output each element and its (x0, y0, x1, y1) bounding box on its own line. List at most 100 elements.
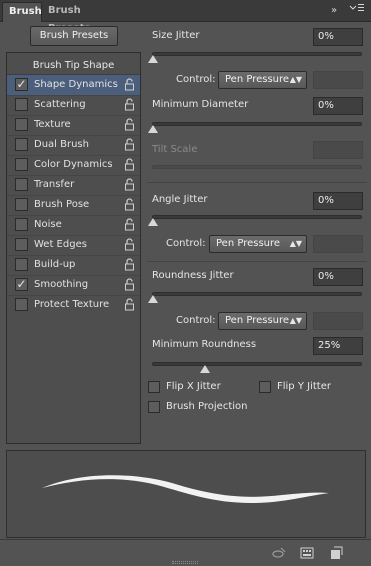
tab-bar: Brush Brush Presets » (0, 0, 371, 34)
option-build-up[interactable]: Build-up (7, 255, 140, 275)
option-label: Noise (34, 219, 62, 230)
option-brush-pose[interactable]: Brush Pose (7, 195, 140, 215)
control-value-field (313, 312, 363, 330)
lock-icon[interactable] (124, 118, 135, 131)
option-label: Wet Edges (34, 239, 87, 250)
lock-icon[interactable] (124, 298, 135, 311)
control-label: Control: (166, 238, 206, 249)
minimum-roundness-slider[interactable] (152, 362, 362, 366)
color-dynamics-checkbox[interactable] (15, 158, 28, 171)
control-label: Control: (176, 74, 216, 85)
smoothing-checkbox[interactable]: ✓ (15, 278, 28, 291)
option-label: Brush Pose (34, 199, 90, 210)
control-select[interactable]: Pen Pressure ▲▼ (218, 312, 307, 330)
option-dual-brush[interactable]: Dual Brush (7, 135, 140, 155)
roundness-jitter-slider-thumb[interactable] (148, 295, 158, 303)
control-select-value: Pen Pressure (225, 74, 290, 85)
minimum-diameter-slider[interactable] (152, 122, 362, 126)
control-select[interactable]: Pen Pressure ▲▼ (218, 71, 307, 89)
flip-x-jitter-checkbox[interactable] (148, 381, 160, 393)
noise-checkbox[interactable] (15, 218, 28, 231)
angle-jitter-slider[interactable] (152, 215, 362, 219)
up-down-arrow-icon: ▲▼ (289, 75, 302, 84)
roundness-jitter-slider[interactable] (152, 292, 362, 296)
texture-checkbox[interactable] (15, 118, 28, 131)
option-label: Color Dynamics (34, 159, 113, 170)
lock-icon[interactable] (124, 198, 135, 211)
size-jitter-slider-thumb[interactable] (148, 55, 158, 63)
brush-projection-checkbox[interactable] (148, 401, 160, 413)
size-jitter-field[interactable]: 0% (313, 28, 363, 46)
brush-tip-shape-item[interactable]: Brush Tip Shape (7, 57, 140, 75)
minimum-roundness-slider-thumb[interactable] (199, 365, 210, 373)
option-label: Dual Brush (34, 139, 89, 150)
size-jitter-label: Size Jitter (152, 30, 200, 41)
toggle-live-tip-icon[interactable] (272, 546, 286, 560)
shape-dynamics-checkbox[interactable]: ✓ (15, 78, 28, 91)
transfer-checkbox[interactable] (15, 178, 28, 191)
scattering-checkbox[interactable] (15, 98, 28, 111)
option-label: Shape Dynamics (34, 79, 118, 90)
option-texture[interactable]: Texture (7, 115, 140, 135)
angle-jitter-field[interactable]: 0% (313, 192, 363, 210)
protect-texture-checkbox[interactable] (15, 298, 28, 311)
option-label: Scattering (34, 99, 86, 110)
option-label: Protect Texture (34, 299, 110, 310)
wet-edges-checkbox[interactable] (15, 238, 28, 251)
brush-preview-grid-icon[interactable] (300, 546, 314, 560)
control-select-value: Pen Pressure (225, 315, 290, 326)
panel-menu-icon[interactable] (347, 3, 367, 19)
angle-jitter-slider-thumb[interactable] (148, 218, 158, 226)
minimum-diameter-slider-thumb[interactable] (148, 125, 158, 133)
option-smoothing[interactable]: ✓ Smoothing (7, 275, 140, 295)
minimum-roundness-label: Minimum Roundness (152, 339, 257, 350)
lock-icon[interactable] (124, 278, 135, 291)
flip-y-jitter-label: Flip Y Jitter (277, 381, 331, 392)
resize-grip[interactable] (172, 561, 198, 564)
roundness-jitter-field[interactable]: 0% (313, 268, 363, 286)
angle-jitter-label: Angle Jitter (152, 194, 208, 205)
tab-brush[interactable]: Brush (2, 2, 42, 22)
dual-brush-checkbox[interactable] (15, 138, 28, 151)
brush-stroke-preview (6, 450, 366, 538)
up-down-arrow-icon: ▲▼ (289, 316, 302, 325)
lock-icon[interactable] (124, 218, 135, 231)
brush-stroke-image (42, 475, 329, 503)
up-down-arrow-icon: ▲▼ (289, 239, 302, 248)
option-label: Transfer (34, 179, 75, 190)
control-value-field (313, 71, 363, 89)
option-label: Build-up (34, 259, 76, 270)
lock-icon[interactable] (124, 98, 135, 111)
option-noise[interactable]: Noise (7, 215, 140, 235)
brush-presets-button[interactable]: Brush Presets (30, 26, 118, 46)
roundness-jitter-label: Roundness Jitter (152, 270, 234, 281)
lock-icon[interactable] (124, 138, 135, 151)
lock-icon[interactable] (124, 238, 135, 251)
option-scattering[interactable]: Scattering (7, 95, 140, 115)
option-wet-edges[interactable]: Wet Edges (7, 235, 140, 255)
tab-brush-presets[interactable]: Brush Presets (42, 2, 120, 34)
minimum-diameter-field[interactable]: 0% (313, 97, 363, 115)
tilt-scale-label: Tilt Scale (152, 144, 198, 155)
option-shape-dynamics[interactable]: ✓ Shape Dynamics (7, 75, 140, 95)
tilt-scale-slider (152, 165, 362, 169)
minimum-diameter-label: Minimum Diameter (152, 99, 249, 110)
tilt-scale-field (313, 141, 363, 159)
control-select[interactable]: Pen Pressure ▲▼ (209, 235, 307, 253)
lock-icon[interactable] (124, 158, 135, 171)
build-up-checkbox[interactable] (15, 258, 28, 271)
option-label: Smoothing (34, 279, 89, 290)
option-color-dynamics[interactable]: Color Dynamics (7, 155, 140, 175)
brush-pose-checkbox[interactable] (15, 198, 28, 211)
control-label: Control: (176, 315, 216, 326)
lock-icon[interactable] (124, 78, 135, 91)
option-protect-texture[interactable]: Protect Texture (7, 295, 140, 315)
lock-icon[interactable] (124, 178, 135, 191)
new-preset-icon[interactable] (329, 546, 343, 560)
size-jitter-slider[interactable] (152, 52, 362, 56)
lock-icon[interactable] (124, 258, 135, 271)
double-chevron-right-icon[interactable]: » (326, 3, 342, 19)
option-transfer[interactable]: Transfer (7, 175, 140, 195)
flip-y-jitter-checkbox[interactable] (259, 381, 271, 393)
minimum-roundness-field[interactable]: 25% (313, 337, 363, 355)
